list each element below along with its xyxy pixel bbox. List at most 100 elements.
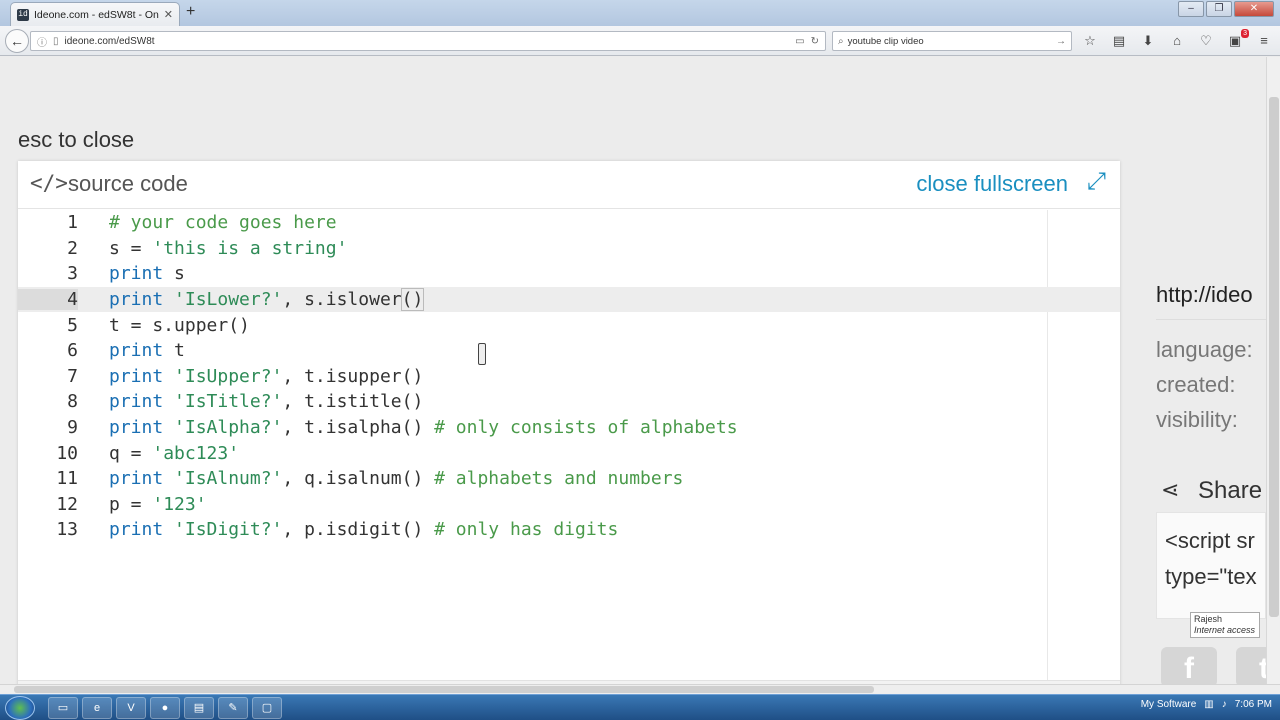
- code-line[interactable]: 8 print 'IsTitle?', t.istitle(): [18, 389, 1120, 415]
- tab-title: Ideone.com - edSW8t - On...: [34, 8, 159, 21]
- network-icon[interactable]: ▥: [1204, 699, 1213, 710]
- maximize-icon[interactable]: ❐: [1206, 1, 1232, 17]
- code-text[interactable]: print 'IsTitle?', t.istitle(): [109, 391, 423, 412]
- reader-view-icon[interactable]: ▭: [795, 36, 804, 47]
- visual-studio-icon[interactable]: V: [116, 697, 146, 719]
- line-number: 9: [67, 417, 78, 439]
- code-text[interactable]: t = s.upper(): [109, 315, 250, 336]
- sidebar-divider: [1156, 319, 1266, 320]
- line-number: 2: [67, 237, 78, 259]
- system-tray: My Software ▥ ♪ 7:06 PM: [1141, 699, 1272, 710]
- new-tab-icon[interactable]: +: [186, 3, 195, 21]
- downloads-icon[interactable]: ⬇: [1138, 32, 1158, 50]
- notepad-icon[interactable]: ✎: [218, 697, 248, 719]
- start-button-icon[interactable]: [5, 696, 35, 720]
- code-text[interactable]: # your code goes here: [109, 212, 337, 233]
- minimize-icon[interactable]: –: [1178, 1, 1204, 17]
- vertical-scroll-thumb[interactable]: [1269, 97, 1279, 617]
- search-icon: ⌕: [838, 35, 844, 47]
- text-cursor-icon: [478, 343, 486, 365]
- bookmark-star-icon[interactable]: ☆: [1080, 32, 1100, 50]
- code-text[interactable]: print 'IsLower?', s.islower(): [109, 288, 425, 312]
- paste-url[interactable]: http://ideo: [1156, 282, 1253, 308]
- code-line[interactable]: 9 print 'IsAlpha?', t.isalpha() # only co…: [18, 415, 1120, 441]
- windows-taskbar: ▭ e V ● ▤ ✎ ▢ My Software ▥ ♪ 7:06 PM: [0, 694, 1280, 720]
- code-line[interactable]: 10 q = 'abc123': [18, 440, 1120, 466]
- created-label: created:: [1156, 372, 1236, 397]
- line-number: 12: [56, 493, 78, 515]
- line-number: 4: [18, 289, 78, 311]
- info-sidebar: http://ideo language: created: visibilit…: [1156, 57, 1266, 684]
- line-number: 10: [56, 442, 78, 464]
- code-text[interactable]: print s: [109, 263, 185, 284]
- firefox-icon[interactable]: ●: [150, 697, 180, 719]
- code-line[interactable]: 6 print t: [18, 338, 1120, 364]
- address-bar[interactable]: ⓘ ▯ ideone.com/edSW8t ▭ ↻: [30, 31, 826, 51]
- panel-header: </> source code close fullscreen ⤢: [18, 161, 1120, 209]
- window-app-icon[interactable]: ▢: [252, 697, 282, 719]
- code-line[interactable]: 1 # your code goes here: [18, 210, 1120, 236]
- page-horizontal-scrollbar[interactable]: [0, 684, 1280, 694]
- line-number: 11: [56, 468, 78, 490]
- embed-line: <script sr: [1165, 528, 1255, 553]
- site-info-icon[interactable]: ⓘ: [37, 34, 47, 49]
- folder-icon[interactable]: ▤: [184, 697, 214, 719]
- addon-icon[interactable]: ▣ 3: [1225, 29, 1249, 50]
- share-label: Share: [1198, 477, 1263, 504]
- code-editor[interactable]: 1 # your code goes here 2 s = 'this is a st…: [18, 210, 1120, 680]
- code-line[interactable]: 11 print 'IsAlnum?', q.isalnum() # alphab…: [18, 466, 1120, 492]
- page-vertical-scrollbar[interactable]: [1266, 57, 1280, 684]
- code-text[interactable]: print 'IsUpper?', t.isupper(): [109, 366, 423, 387]
- esc-to-close-label[interactable]: esc to close: [18, 127, 134, 153]
- visibility-label: visibility:: [1156, 407, 1238, 432]
- horizontal-scroll-thumb[interactable]: [14, 686, 874, 693]
- code-line[interactable]: 4 print 'IsLower?', s.islower(): [18, 286, 1120, 313]
- close-fullscreen-link[interactable]: close fullscreen: [916, 171, 1068, 197]
- facebook-icon[interactable]: f: [1161, 647, 1217, 684]
- expand-arrows-icon[interactable]: ⤢: [1087, 168, 1106, 196]
- code-line[interactable]: 3 print s: [18, 261, 1120, 287]
- home-icon[interactable]: ⌂: [1167, 32, 1187, 50]
- code-line[interactable]: 12 p = '123': [18, 492, 1120, 518]
- embed-code-box[interactable]: <script sr type="tex: [1156, 512, 1266, 619]
- code-text[interactable]: q = 'abc123': [109, 443, 239, 464]
- tab-close-icon[interactable]: ✕: [164, 8, 173, 21]
- search-input[interactable]: youtube clip video: [848, 36, 1052, 47]
- code-text[interactable]: print 'IsAlpha?', t.isalpha() # only con…: [109, 417, 738, 438]
- pocket-icon[interactable]: ♡: [1196, 32, 1216, 50]
- window-controls: – ❐ ✕: [1178, 1, 1274, 17]
- search-bar[interactable]: ⌕ youtube clip video →: [832, 31, 1072, 51]
- twitter-icon[interactable]: t: [1236, 647, 1266, 684]
- tooltip-name: Rajesh: [1194, 614, 1223, 624]
- window-close-icon[interactable]: ✕: [1234, 1, 1274, 17]
- file-explorer-icon[interactable]: ▭: [48, 697, 78, 719]
- search-go-icon[interactable]: →: [1056, 36, 1066, 47]
- code-line[interactable]: 7 print 'IsUpper?', t.isupper(): [18, 364, 1120, 390]
- code-line[interactable]: 13 print 'IsDigit?', p.isdigit() # only h…: [18, 517, 1120, 543]
- browser-tab[interactable]: id Ideone.com - edSW8t - On... ✕: [10, 2, 180, 26]
- code-text[interactable]: print 'IsDigit?', p.isdigit() # only has…: [109, 519, 618, 540]
- reload-icon[interactable]: ↻: [811, 36, 819, 47]
- line-number: 13: [56, 519, 78, 541]
- clock[interactable]: 7:06 PM: [1235, 699, 1272, 710]
- back-arrow-icon[interactable]: ←: [5, 29, 29, 53]
- code-text[interactable]: print 'IsAlnum?', q.isalnum() # alphabet…: [109, 468, 683, 489]
- code-icon: </>: [30, 171, 68, 195]
- menu-icon[interactable]: ≡: [1254, 32, 1274, 50]
- navigation-bar: ← ⓘ ▯ ideone.com/edSW8t ▭ ↻ ⌕ youtube cl…: [0, 26, 1280, 56]
- bookmarks-list-icon[interactable]: ▤: [1109, 32, 1129, 50]
- code-text[interactable]: print t: [109, 340, 185, 361]
- page-icon: ▯: [53, 35, 59, 47]
- code-text[interactable]: s = 'this is a string': [109, 238, 347, 259]
- code-text[interactable]: p = '123': [109, 494, 207, 515]
- code-line[interactable]: 2 s = 'this is a string': [18, 236, 1120, 262]
- volume-icon[interactable]: ♪: [1222, 699, 1227, 710]
- tooltip-status: Internet access: [1194, 625, 1256, 635]
- url-text[interactable]: ideone.com/edSW8t: [65, 36, 790, 47]
- source-code-panel: </> source code close fullscreen ⤢ 1 # yo…: [18, 161, 1120, 684]
- share-icon: ⋖: [1161, 477, 1180, 502]
- tray-label[interactable]: My Software: [1141, 699, 1197, 710]
- line-number: 8: [67, 391, 78, 413]
- code-line[interactable]: 5 t = s.upper(): [18, 312, 1120, 338]
- internet-explorer-icon[interactable]: e: [82, 697, 112, 719]
